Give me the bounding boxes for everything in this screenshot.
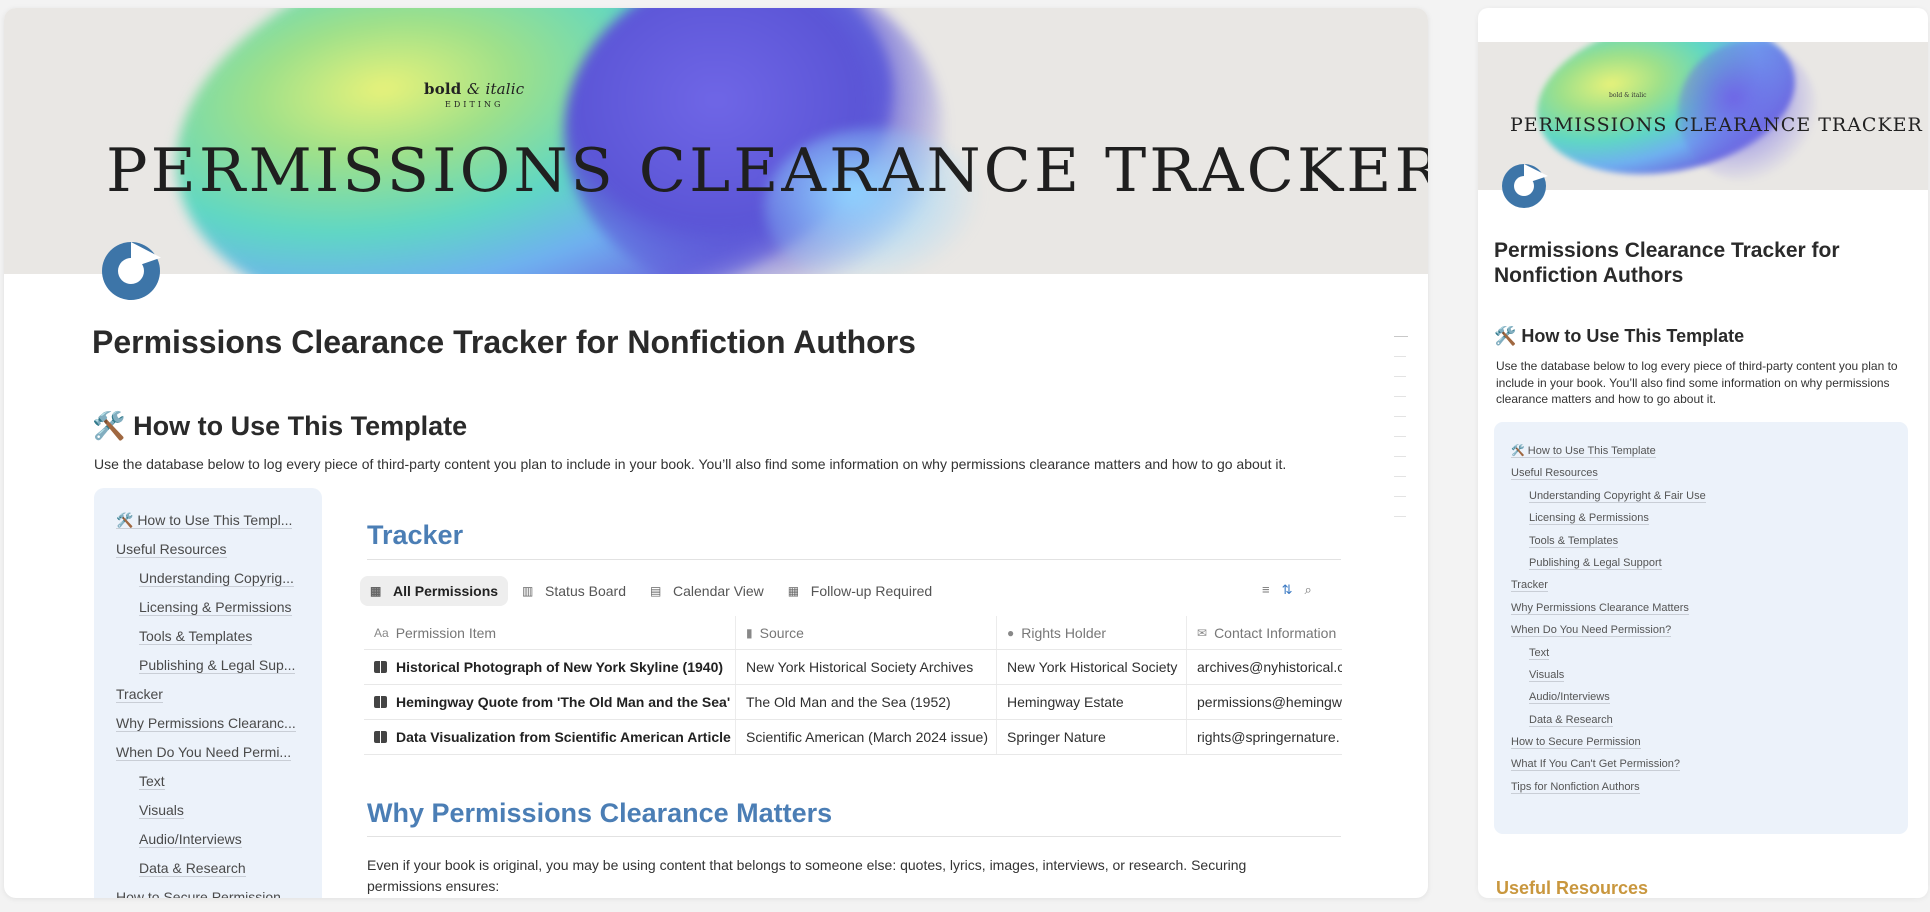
database-toolbar: ≡ ⇅ ⌕ (1262, 582, 1312, 598)
toc-item[interactable]: Tips for Nonfiction Authors (1511, 780, 1891, 802)
table-row[interactable]: Historical Photograph of New York Skylin… (364, 650, 1342, 685)
book-icon (374, 661, 387, 673)
toc-item[interactable]: Text (1511, 646, 1891, 668)
book-icon (374, 731, 387, 743)
side-how-to-heading: 🛠️ How to Use This Template (1494, 326, 1745, 346)
table-icon: ▦ (370, 584, 382, 598)
tab-status-board[interactable]: ▥ Status Board (512, 576, 636, 606)
column-header[interactable]: ● Rights Holder (997, 616, 1187, 649)
table-header: Aa Permission Item ▮ Source ● Rights Holder… (364, 616, 1342, 650)
toc-item[interactable]: Useful Resources (1511, 466, 1891, 488)
table-cell[interactable]: Springer Nature (997, 720, 1187, 754)
table-cell[interactable]: The Old Man and the Sea (1952) (736, 685, 997, 719)
toc-item[interactable]: Data & Research (1511, 713, 1891, 735)
toc-item[interactable]: Tools & Templates (1511, 534, 1891, 556)
table-icon: ▦ (787, 584, 800, 598)
toc-item[interactable]: Tools & Templates (116, 626, 314, 655)
table-row[interactable]: Data Visualization from Scientific Ameri… (364, 720, 1342, 755)
calendar-icon: ▤ (649, 584, 662, 598)
page-title[interactable]: Permissions Clearance Tracker for Nonfic… (92, 324, 916, 361)
toc-item[interactable]: Audio/Interviews (1511, 690, 1891, 712)
column-header[interactable]: Aa Permission Item (364, 616, 736, 649)
toc-item[interactable]: When Do You Need Permission? (1511, 623, 1891, 645)
book-icon (374, 696, 387, 708)
envelope-icon: ✉ (1197, 625, 1208, 640)
toc-item[interactable]: Audio/Interviews (116, 829, 314, 858)
divider (367, 836, 1341, 837)
table-cell[interactable]: New York Historical Society (997, 650, 1187, 684)
side-preview-window: bold & italic PERMISSIONS CLEARANCE TRAC… (1478, 8, 1928, 898)
tab-all-permissions[interactable]: ▦ All Permissions (360, 576, 509, 606)
useful-resources-heading: Useful Resources (1496, 878, 1649, 898)
toc-item[interactable]: Understanding Copyright & Fair Use (1511, 489, 1891, 511)
sort-icon[interactable]: ⇅ (1282, 582, 1293, 598)
table-of-contents: 🛠️ How to Use This Templ... Useful Resou… (94, 488, 322, 898)
cover-gradient-blob (1678, 42, 1818, 182)
table-cell[interactable]: rights@springernature. (1187, 720, 1342, 754)
table-cell[interactable]: permissions@hemingw (1187, 685, 1342, 719)
side-intro-text: Use the database below to log every piec… (1496, 359, 1898, 406)
permissions-table: Aa Permission Item ▮ Source ● Rights Holder… (364, 616, 1342, 755)
cover-title: PERMISSIONS CLEARANCE TRACKER (106, 136, 1428, 206)
toc-item[interactable]: Why Permissions Clearanc... (116, 713, 312, 742)
text-property-icon: Aa (374, 625, 389, 640)
intro-text: Use the database below to log every piec… (94, 456, 1287, 472)
table-cell[interactable]: Hemingway Quote from 'The Old Man and th… (364, 685, 736, 719)
toc-item[interactable]: Publishing & Legal Support (1511, 556, 1891, 578)
toc-item[interactable]: Tracker (1511, 578, 1891, 600)
brand-logo: bold & italic (1609, 92, 1647, 99)
tracker-heading: Tracker (367, 520, 464, 550)
divider (367, 559, 1341, 560)
toc-item[interactable]: How to Secure Permission (1511, 735, 1891, 757)
toc-item[interactable]: 🛠️ How to Use This Template (1511, 444, 1891, 466)
table-cell[interactable]: Hemingway Estate (997, 685, 1187, 719)
why-paragraph: Even if your book is original, you may b… (367, 857, 1247, 894)
toc-item[interactable]: Understanding Copyrig... (116, 568, 314, 597)
table-row[interactable]: Hemingway Quote from 'The Old Man and th… (364, 685, 1342, 720)
toc-item[interactable]: What If You Can't Get Permission? (1511, 757, 1891, 779)
main-page-window: bold & italic EDITING PERMISSIONS CLEARA… (4, 8, 1428, 898)
side-cover-title: PERMISSIONS CLEARANCE TRACKER (1510, 114, 1923, 136)
page-pie-chart-icon[interactable] (1502, 164, 1546, 208)
search-icon[interactable]: ⌕ (1305, 582, 1312, 598)
database-view-tabs: ▦ All Permissions ▥ Status Board ▤ Calen… (360, 576, 946, 606)
side-cover-image: bold & italic PERMISSIONS CLEARANCE TRAC… (1478, 42, 1928, 190)
side-page-title[interactable]: Permissions Clearance Tracker for Nonfic… (1494, 238, 1894, 288)
cover-image: bold & italic EDITING PERMISSIONS CLEARA… (4, 8, 1428, 274)
side-table-of-contents: 🛠️ How to Use This Template Useful Resou… (1494, 422, 1908, 834)
person-icon: ● (1007, 625, 1015, 640)
toc-item[interactable]: Data & Research (116, 858, 314, 887)
brand-logo: bold & italic EDITING (424, 80, 525, 109)
column-header[interactable]: ▮ Source (736, 616, 997, 649)
tab-calendar-view[interactable]: ▤ Calendar View (640, 576, 774, 606)
why-heading: Why Permissions Clearance Matters (367, 798, 833, 828)
table-cell[interactable]: Historical Photograph of New York Skylin… (364, 650, 736, 684)
toc-item[interactable]: Licensing & Permissions (116, 597, 314, 626)
how-to-heading: 🛠️ How to Use This Template (92, 411, 468, 441)
toc-item[interactable]: Useful Resources (116, 539, 312, 568)
toc-item[interactable]: 🛠️ How to Use This Templ... (116, 510, 312, 539)
toc-item[interactable]: Visuals (1511, 668, 1891, 690)
toc-item[interactable]: Why Permissions Clearance Matters (1511, 601, 1891, 623)
toc-item[interactable]: Visuals (116, 800, 314, 829)
toc-item[interactable]: Text (116, 771, 314, 800)
table-cell[interactable]: New York Historical Society Archives (736, 650, 997, 684)
board-icon: ▥ (522, 584, 534, 598)
book-icon: ▮ (746, 625, 753, 640)
toc-item[interactable]: Tracker (116, 684, 312, 713)
toc-item[interactable]: When Do You Need Permi... (116, 742, 312, 771)
page-pie-chart-icon[interactable] (102, 242, 160, 300)
filter-icon[interactable]: ≡ (1262, 582, 1270, 598)
toc-item[interactable]: Licensing & Permissions (1511, 511, 1891, 533)
column-header[interactable]: ✉ Contact Information (1187, 616, 1342, 649)
toc-item[interactable]: How to Secure Permission (116, 887, 312, 898)
outline-minimap[interactable] (1394, 336, 1410, 536)
table-cell[interactable]: archives@nyhistorical.c (1187, 650, 1342, 684)
table-cell[interactable]: Data Visualization from Scientific Ameri… (364, 720, 736, 754)
tab-follow-up-required[interactable]: ▦ Follow-up Required (778, 576, 942, 606)
table-cell[interactable]: Scientific American (March 2024 issue) (736, 720, 997, 754)
toc-item[interactable]: Publishing & Legal Sup... (116, 655, 314, 684)
